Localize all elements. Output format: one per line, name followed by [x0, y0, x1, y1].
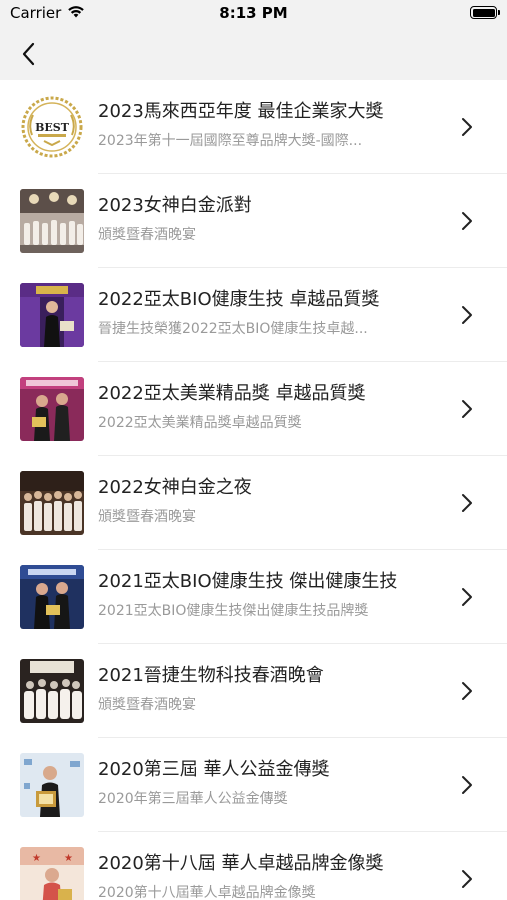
svg-text:★: ★ [64, 853, 73, 864]
party-crowd-photo-thumbnail [20, 659, 84, 723]
list-item[interactable]: 2022亞太BIO健康生技 卓越品質獎 晉捷生技榮獲2022亞太BIO健康生技卓… [0, 268, 507, 362]
chevron-right-icon [462, 400, 472, 418]
award-title: 2022女神白金之夜 [98, 477, 252, 498]
list-item[interactable]: 2020第三屆 華人公益金傳獎 2020年第三屆華人公益金傳獎 [0, 738, 507, 832]
best-award-seal-thumbnail: BEST [20, 95, 84, 159]
svg-text:BEST: BEST [35, 121, 70, 134]
list-item[interactable]: BEST 2023馬來西亞年度 最佳企業家大獎 2023年第十一屆國際至尊品牌大… [0, 80, 507, 174]
chevron-right-icon [462, 212, 472, 230]
status-bar: Carrier 8:13 PM [0, 0, 507, 28]
award-title: 2020第三屆 華人公益金傳獎 [98, 759, 330, 780]
chevron-right-icon [462, 494, 472, 512]
award-subtitle: 頒獎暨春酒晚宴 [98, 697, 196, 713]
award-subtitle: 2022亞太美業精品獎卓越品質獎 [98, 415, 302, 431]
award-title: 2023女神白金派對 [98, 195, 252, 216]
chevron-right-icon [462, 682, 472, 700]
list-item[interactable]: 2022亞太美業精品獎 卓越品質獎 2022亞太美業精品獎卓越品質獎 [0, 362, 507, 456]
svg-text:★: ★ [32, 853, 41, 864]
list-item[interactable]: ★ ★ 2020第十八屆 華人卓越品牌金像獎 2020第十八屆華人卓越品牌金像獎 [0, 832, 507, 900]
award-subtitle: 2023年第十一屆國際至尊品牌大獎-國際... [98, 133, 363, 149]
list-item[interactable]: 2021亞太BIO健康生技 傑出健康生技 2021亞太BIO健康生技傑出健康生技… [0, 550, 507, 644]
award-subtitle: 頒獎暨春酒晚宴 [98, 509, 196, 525]
banquet-hall-photo-thumbnail [20, 189, 84, 253]
chevron-left-icon [22, 42, 35, 66]
award-subtitle: 2021亞太BIO健康生技傑出健康生技品牌獎 [98, 603, 369, 619]
chevron-right-icon [462, 588, 472, 606]
award-subtitle: 2020年第三屆華人公益金傳獎 [98, 791, 288, 807]
list-item[interactable]: 2022女神白金之夜 頒獎暨春酒晚宴 [0, 456, 507, 550]
award-title: 2020第十八屆 華人卓越品牌金像獎 [98, 853, 384, 874]
status-time: 8:13 PM [219, 4, 288, 22]
chevron-right-icon [462, 118, 472, 136]
stage-speaker-photo-thumbnail [20, 283, 84, 347]
award-subtitle: 晉捷生技榮獲2022亞太BIO健康生技卓越... [98, 321, 368, 337]
chevron-right-icon [462, 306, 472, 324]
award-subtitle: 頒獎暨春酒晚宴 [98, 227, 196, 243]
chevron-right-icon [462, 870, 472, 888]
battery-icon [470, 6, 500, 19]
man-with-certificate-photo-thumbnail [20, 753, 84, 817]
award-title: 2023馬來西亞年度 最佳企業家大獎 [98, 101, 384, 122]
award-title: 2022亞太BIO健康生技 卓越品質獎 [98, 289, 380, 310]
list-item[interactable]: 2023女神白金派對 頒獎暨春酒晚宴 [0, 174, 507, 268]
chevron-right-icon [462, 776, 472, 794]
back-button[interactable] [12, 38, 44, 70]
award-title: 2021亞太BIO健康生技 傑出健康生技 [98, 571, 398, 592]
list-item[interactable]: 2021晉捷生物科技春酒晚會 頒獎暨春酒晚宴 [0, 644, 507, 738]
award-title: 2021晉捷生物科技春酒晚會 [98, 665, 324, 686]
award-subtitle: 2020第十八屆華人卓越品牌金像獎 [98, 885, 316, 900]
award-title: 2022亞太美業精品獎 卓越品質獎 [98, 383, 366, 404]
award-couple-photo-thumbnail [20, 377, 84, 441]
woman-with-award-photo-thumbnail: ★ ★ [20, 847, 84, 900]
award-couple-photo-2-thumbnail [20, 565, 84, 629]
award-list: BEST 2023馬來西亞年度 最佳企業家大獎 2023年第十一屆國際至尊品牌大… [0, 80, 507, 900]
navigation-bar [0, 28, 507, 80]
group-gala-photo-thumbnail [20, 471, 84, 535]
